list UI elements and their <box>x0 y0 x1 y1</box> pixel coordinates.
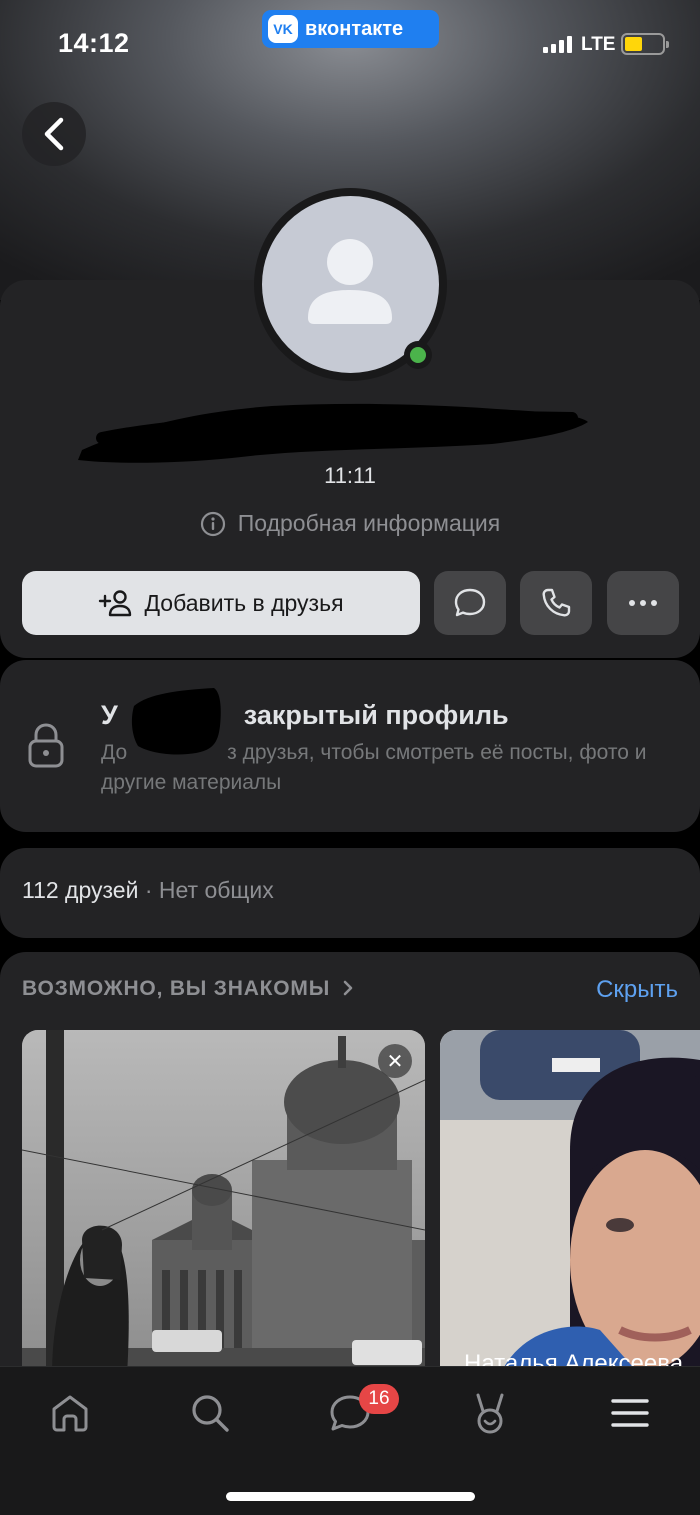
tab-menu[interactable] <box>600 1387 660 1439</box>
last-seen-time: 11:11 <box>324 463 376 488</box>
more-button[interactable] <box>607 571 679 635</box>
home-icon <box>52 1395 88 1432</box>
add-friend-label: Добавить в друзья <box>144 589 344 616</box>
home-indicator <box>226 1492 475 1501</box>
tab-clips[interactable] <box>460 1387 520 1439</box>
add-user-icon <box>99 590 132 617</box>
message-icon <box>454 588 486 617</box>
status-bar: 14:12 VK вконтакте LTE <box>0 0 700 90</box>
messages-badge: 16 <box>359 1384 399 1414</box>
details-link[interactable]: Подробная информация <box>0 510 700 537</box>
friends-count: 112 друзей <box>22 877 139 903</box>
cathedral-photo <box>22 1030 425 1375</box>
mutual-friends: Нет общих <box>158 877 274 903</box>
more-dots-icon <box>629 600 657 606</box>
add-friend-button[interactable]: Добавить в друзья <box>22 571 420 635</box>
vk-logo-icon: VK <box>268 15 298 43</box>
friends-summary[interactable]: 112 друзей · Нет общих <box>22 877 274 904</box>
status-time: 14:12 <box>58 28 130 58</box>
tab-home[interactable] <box>40 1387 100 1439</box>
dismiss-suggestion-button[interactable]: ✕ <box>378 1044 412 1078</box>
details-label: Подробная информация <box>237 510 501 536</box>
chevron-right-icon <box>343 980 353 996</box>
vk-app-badge-label: вконтакте <box>305 17 404 40</box>
online-indicator <box>404 341 432 369</box>
info-icon <box>200 511 225 536</box>
suggestions-title[interactable]: ВОЗМОЖНО, ВЫ ЗНАКОМЫ <box>22 977 355 1001</box>
suggestion-card-photo[interactable] <box>22 1030 425 1375</box>
network-type: LTE <box>581 34 616 55</box>
signal-icon <box>543 36 572 53</box>
call-button[interactable] <box>520 571 592 635</box>
redacted-text <box>131 688 221 755</box>
battery-icon <box>621 33 669 55</box>
chevron-left-icon <box>44 117 64 151</box>
search-icon <box>192 1395 229 1432</box>
lock-icon <box>28 723 64 768</box>
back-button[interactable] <box>22 102 86 166</box>
phone-icon <box>542 588 571 617</box>
hide-suggestions-link[interactable]: Скрыть <box>596 976 678 1004</box>
tab-search[interactable] <box>180 1387 240 1439</box>
woman-portrait-photo <box>440 1030 700 1375</box>
menu-icon <box>611 1399 649 1427</box>
clips-icon <box>476 1393 504 1434</box>
suggestion-card-photo[interactable] <box>440 1030 700 1375</box>
redacted-name <box>78 403 588 463</box>
vk-app-badge[interactable]: VK вконтакте <box>262 10 439 48</box>
message-button[interactable] <box>434 571 506 635</box>
